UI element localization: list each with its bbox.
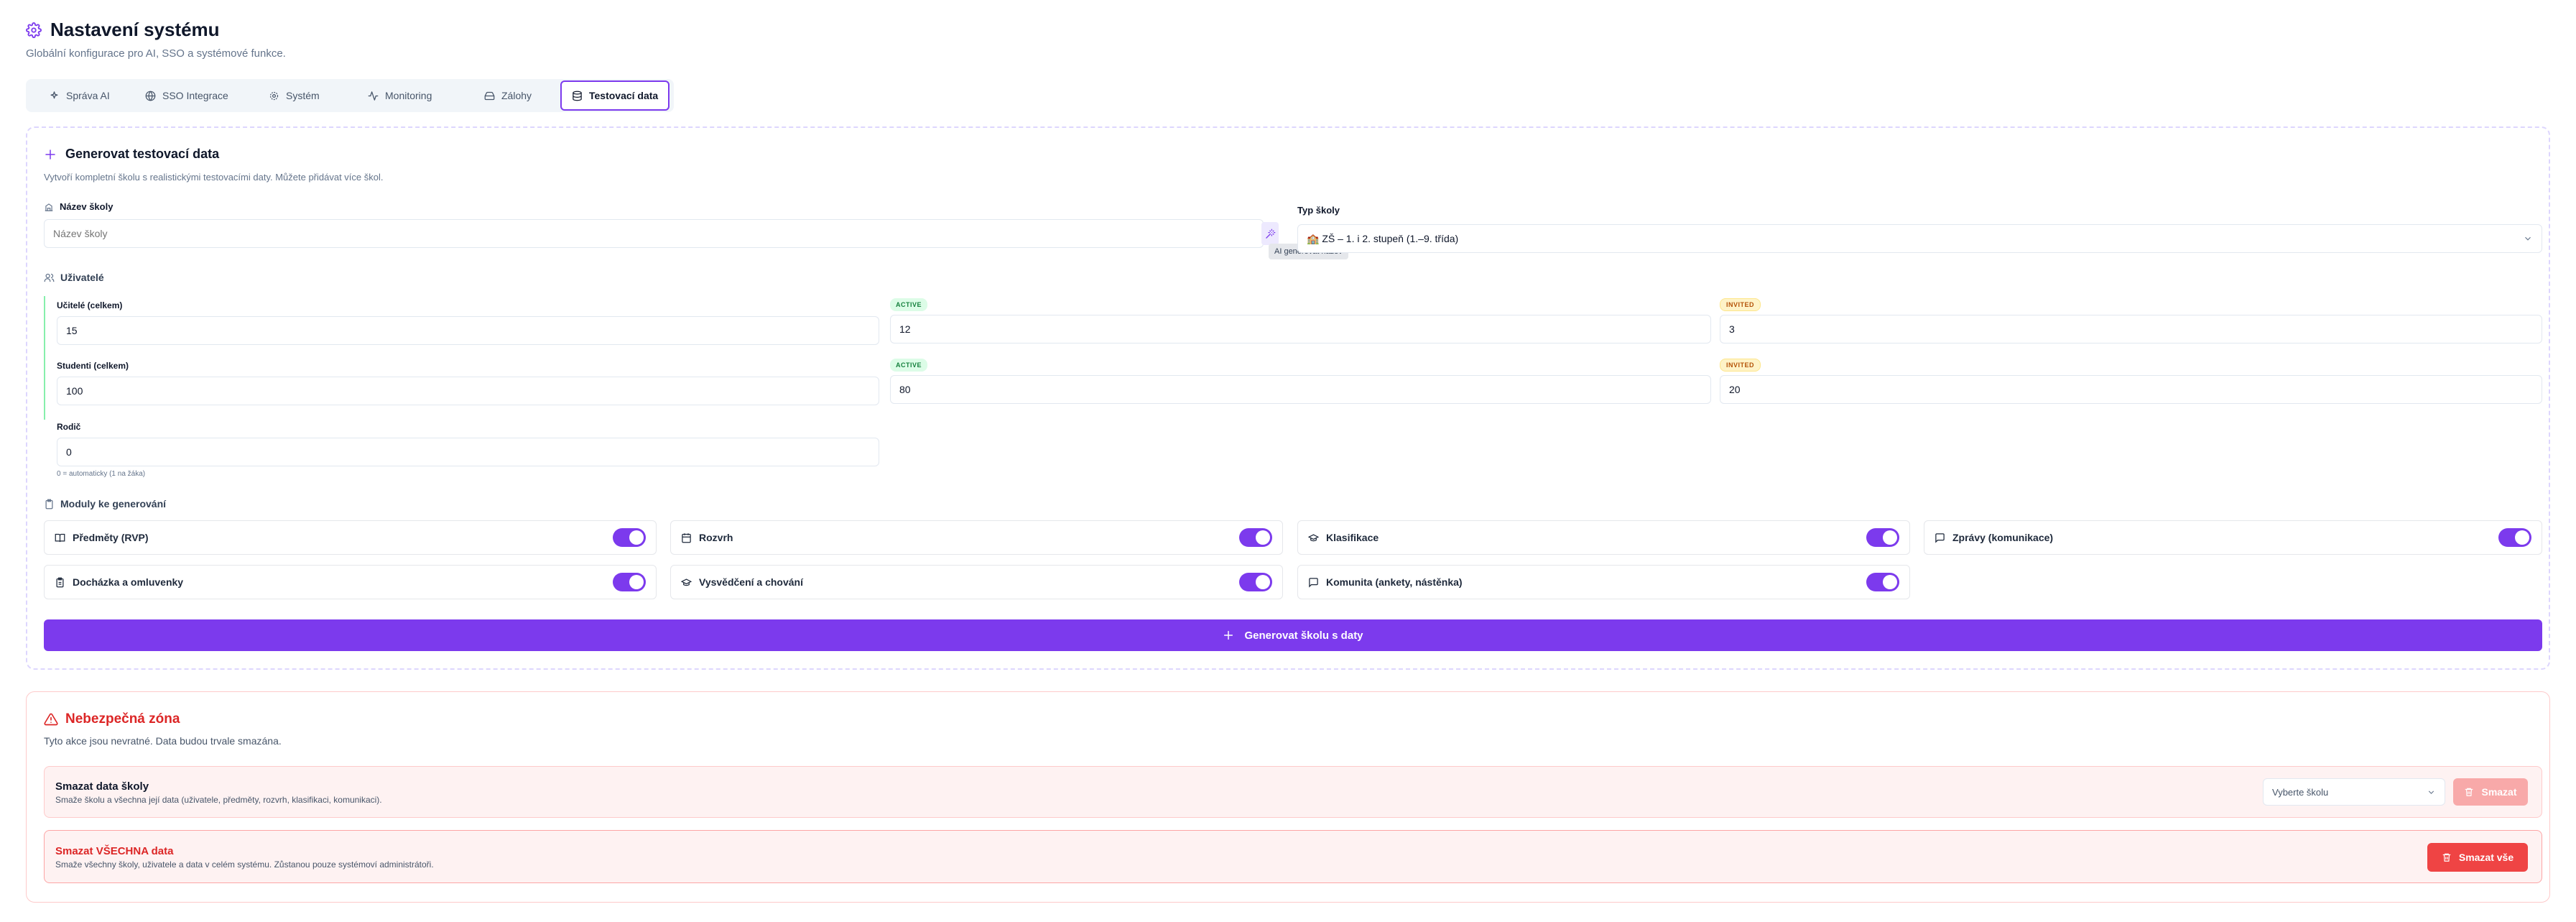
delete-school-button[interactable]: Smazat xyxy=(2453,778,2528,806)
users-icon xyxy=(44,272,55,283)
message-icon xyxy=(1308,577,1319,588)
graduation-cap-icon xyxy=(1308,533,1319,543)
teachers-invited-badge: INVITED xyxy=(1720,298,1761,311)
plus-icon xyxy=(44,148,57,161)
globe-icon xyxy=(145,91,156,101)
module-toggle[interactable] xyxy=(1866,528,1899,547)
graduation-cap-icon xyxy=(681,577,692,588)
trash-icon xyxy=(2464,787,2474,797)
module-toggle[interactable] xyxy=(1239,573,1272,591)
parents-input[interactable] xyxy=(57,438,879,466)
module-toggle[interactable] xyxy=(1866,573,1899,591)
generator-title: Generovat testovací data xyxy=(44,147,219,162)
modules-title: Moduly ke generování xyxy=(44,498,166,510)
module-toggle[interactable] xyxy=(1239,528,1272,547)
page-header: Nastavení systému xyxy=(26,19,220,41)
activity-icon xyxy=(368,91,379,101)
calendar-icon xyxy=(681,533,692,543)
module-messages: Zprávy (komunikace) xyxy=(1924,520,2542,555)
parents-label: Rodič xyxy=(57,422,81,432)
students-total-input[interactable] xyxy=(57,377,879,405)
module-report-cards: Vysvědčení a chování xyxy=(670,565,1283,599)
delete-all-button[interactable]: Smazat vše xyxy=(2427,843,2528,872)
sparkles-icon xyxy=(49,91,60,101)
gear-icon xyxy=(269,91,279,101)
module-attendance: Docházka a omluvenky xyxy=(44,565,657,599)
students-invited-badge: INVITED xyxy=(1720,359,1761,372)
trash-icon xyxy=(2442,852,2452,862)
generator-description: Vytvoří kompletní školu s realistickými … xyxy=(44,172,384,183)
module-toggle[interactable] xyxy=(613,573,646,591)
teachers-invited-input[interactable] xyxy=(1720,315,2542,344)
danger-zone-title: Nebezpečná zóna xyxy=(44,711,180,727)
school-type-value: 🏫 ZŠ – 1. i 2. stupeň (1.–9. třída) xyxy=(1307,232,1459,244)
tab-label: Monitoring xyxy=(385,90,432,101)
gear-icon xyxy=(26,22,42,38)
teachers-label: Učitelé (celkem) xyxy=(57,300,123,310)
tab-label: Systém xyxy=(286,90,320,101)
school-icon xyxy=(44,202,54,212)
delete-school-row xyxy=(44,766,2542,818)
school-type-label: Typ školy xyxy=(1297,205,1340,216)
message-icon xyxy=(1935,533,1945,543)
tab-monitoring[interactable]: Monitoring xyxy=(358,82,442,109)
warning-icon xyxy=(44,712,58,727)
delete-all-row xyxy=(44,830,2542,883)
generate-school-button[interactable]: Generovat školu s daty xyxy=(44,619,2542,651)
school-name-input[interactable] xyxy=(44,219,1264,248)
school-name-label: Název školy xyxy=(44,201,113,212)
tab-label: SSO Integrace xyxy=(162,90,228,101)
tab-label: Zálohy xyxy=(501,90,532,101)
students-label: Studenti (celkem) xyxy=(57,361,129,371)
delete-school-description: Smaže školu a všechna její data (uživate… xyxy=(55,795,382,805)
module-toggle[interactable] xyxy=(613,528,646,547)
tab-label: Správa AI xyxy=(66,90,110,101)
database-icon xyxy=(572,91,583,101)
tab-system[interactable]: Systém xyxy=(259,82,330,109)
danger-zone-description: Tyto akce jsou nevratné. Data budou trva… xyxy=(44,735,282,747)
delete-school-title: Smazat data školy xyxy=(55,780,149,793)
students-active-input[interactable] xyxy=(890,375,1711,404)
drive-icon xyxy=(484,91,495,101)
tab-backups[interactable]: Zálohy xyxy=(474,82,542,109)
teachers-active-badge: ACTIVE xyxy=(890,298,928,311)
users-title: Uživatelé xyxy=(44,272,104,283)
teachers-active-input[interactable] xyxy=(890,315,1711,344)
school-type-select[interactable]: 🏫 ZŠ – 1. i 2. stupeň (1.–9. třída) xyxy=(1297,224,2542,253)
tab-label: Testovací data xyxy=(589,90,659,101)
tab-bar: Správa AI SSO Integrace Systém Monitorin… xyxy=(26,79,674,112)
module-community: Komunita (ankety, nástěnka) xyxy=(1297,565,1910,599)
chevron-down-icon xyxy=(2523,234,2533,244)
page-title: Nastavení systému xyxy=(50,19,220,40)
parents-hint: 0 = automaticky (1 na žáka) xyxy=(57,470,146,478)
tab-ai[interactable]: Správa AI xyxy=(39,82,120,109)
clipboard-icon xyxy=(55,577,65,588)
students-invited-input[interactable] xyxy=(1720,375,2542,404)
school-select[interactable]: Vyberte školu xyxy=(2263,778,2445,806)
module-grading: Klasifikace xyxy=(1297,520,1910,555)
plus-icon xyxy=(1223,630,1234,641)
teachers-total-input[interactable] xyxy=(57,316,879,345)
book-icon xyxy=(55,533,65,543)
students-active-badge: ACTIVE xyxy=(890,359,928,372)
tab-test-data[interactable]: Testovací data xyxy=(560,80,670,111)
ai-generate-name-button[interactable] xyxy=(1261,222,1279,245)
delete-all-title: Smazat VŠECHNA data xyxy=(55,845,174,857)
module-subjects: Předměty (RVP) xyxy=(44,520,657,555)
magic-wand-icon xyxy=(1265,229,1276,239)
tab-sso[interactable]: SSO Integrace xyxy=(135,82,238,109)
users-accent-bar xyxy=(44,296,45,420)
page-subtitle: Globální konfigurace pro AI, SSO a systé… xyxy=(26,47,286,60)
module-schedule: Rozvrh xyxy=(670,520,1283,555)
clipboard-icon xyxy=(44,499,55,510)
module-toggle[interactable] xyxy=(2498,528,2531,547)
delete-all-description: Smaže všechny školy, uživatele a data v … xyxy=(55,859,434,870)
chevron-down-icon xyxy=(2427,788,2436,797)
